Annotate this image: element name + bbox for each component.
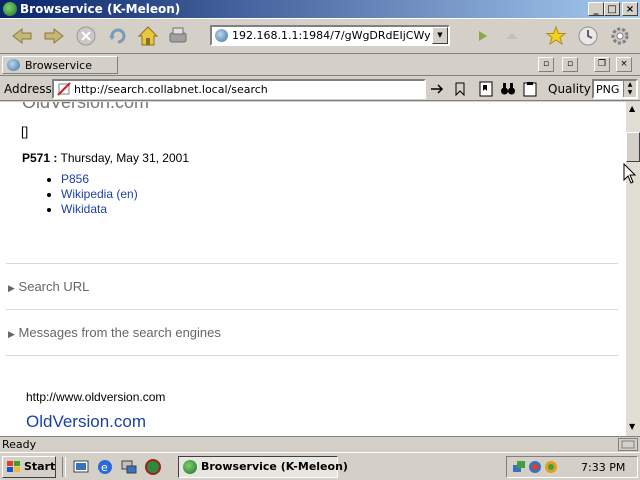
kmeleon-app-icon[interactable] bbox=[3, 2, 17, 16]
address-text: http://search.collabnet.local/search bbox=[74, 83, 268, 96]
result-url: http://www.oldversion.com bbox=[26, 390, 166, 404]
p571-row: P571 : Thursday, May 31, 2001 bbox=[22, 151, 189, 165]
web-content: OldVersion.com [] P571 : Thursday, May 3… bbox=[0, 102, 626, 436]
result-title-link[interactable]: OldVersion.com bbox=[26, 412, 146, 432]
url-combo-box[interactable]: 192.168.1.1:1984/7/gWgDRdEIjCWycyJx ▼ bbox=[210, 25, 450, 46]
cut-off-heading: OldVersion.com bbox=[22, 102, 150, 112]
go-icon[interactable] bbox=[470, 24, 494, 48]
tab-save-icon[interactable]: ▫ bbox=[538, 57, 554, 72]
bookmarks-star-icon[interactable] bbox=[544, 24, 568, 48]
link-wikipedia[interactable]: Wikipedia (en) bbox=[61, 187, 138, 201]
p571-value: Thursday, May 31, 2001 bbox=[60, 151, 189, 165]
quality-select[interactable]: PNG ▲ ▼ bbox=[592, 79, 638, 99]
page-icon bbox=[215, 29, 228, 42]
forward-icon[interactable] bbox=[42, 24, 66, 48]
taskbar: Start e Browservice (K-Meleon) 7:33 PM bbox=[0, 452, 640, 480]
tab-page-icon bbox=[7, 59, 20, 71]
scroll-thumb[interactable] bbox=[626, 132, 640, 162]
link-wikidata[interactable]: Wikidata bbox=[61, 202, 107, 216]
clipboard-icon[interactable] bbox=[522, 81, 538, 100]
quality-value: PNG bbox=[596, 83, 620, 96]
taskbar-button-browservice[interactable]: Browservice (K-Meleon) bbox=[178, 456, 348, 478]
start-label: Start bbox=[24, 460, 56, 473]
start-button[interactable]: Start bbox=[2, 456, 56, 478]
reload-icon[interactable] bbox=[106, 24, 130, 48]
navigation-toolbar: 192.168.1.1:1984/7/gWgDRdEIjCWycyJx ▼ bbox=[0, 18, 640, 54]
p571-label: P571 : bbox=[22, 151, 58, 165]
internet-explorer-icon[interactable]: e bbox=[96, 458, 114, 479]
address-bar: Address http://search.collabnet.local/se… bbox=[0, 77, 640, 101]
quality-spinner[interactable]: ▲ ▼ bbox=[623, 81, 636, 97]
tray-volume-icon[interactable] bbox=[527, 459, 543, 475]
link-p856[interactable]: P856 bbox=[61, 172, 89, 186]
history-icon[interactable] bbox=[576, 24, 600, 48]
kmeleon-quicklaunch-icon[interactable] bbox=[144, 458, 162, 479]
mouse-cursor-icon bbox=[623, 163, 637, 184]
up-icon[interactable] bbox=[500, 24, 524, 48]
stop-icon[interactable] bbox=[74, 24, 98, 48]
status-bar: Ready bbox=[0, 436, 640, 452]
insecure-icon bbox=[57, 82, 71, 96]
scroll-up-arrow[interactable]: ▲ bbox=[629, 104, 635, 113]
settings-icon[interactable] bbox=[608, 24, 632, 48]
tray-antivirus-icon[interactable] bbox=[543, 459, 559, 475]
back-icon[interactable] bbox=[10, 24, 34, 48]
tab-label: Browservice bbox=[25, 59, 92, 72]
scroll-down-arrow[interactable]: ▼ bbox=[629, 422, 635, 431]
vertical-scrollbar[interactable]: ▲ ▼ bbox=[626, 102, 640, 436]
network-icon[interactable] bbox=[120, 458, 138, 479]
windows-logo-icon bbox=[7, 461, 20, 472]
print-icon[interactable] bbox=[166, 24, 190, 48]
search-url-label: Search URL bbox=[18, 279, 90, 294]
tab-close-icon[interactable]: × bbox=[616, 57, 632, 72]
messages-label: Messages from the search engines bbox=[18, 325, 221, 340]
property-links: P856 Wikipedia (en) Wikidata bbox=[20, 172, 138, 217]
divider bbox=[6, 263, 618, 264]
close-button[interactable]: × bbox=[622, 2, 638, 16]
triangle-right-icon: ▶ bbox=[8, 329, 15, 339]
chevron-down-icon[interactable]: ▼ bbox=[432, 27, 448, 44]
maximize-button[interactable]: □ bbox=[604, 2, 620, 16]
address-input[interactable]: http://search.collabnet.local/search bbox=[52, 79, 426, 99]
tab-browservice[interactable]: Browservice bbox=[2, 56, 118, 74]
url-combo-text: 192.168.1.1:1984/7/gWgDRdEIjCWycyJx bbox=[232, 29, 430, 42]
tray-network-icon[interactable] bbox=[511, 459, 527, 475]
bookmarks-list-icon[interactable] bbox=[478, 81, 494, 100]
divider bbox=[6, 355, 618, 356]
kmeleon-task-icon bbox=[183, 460, 197, 474]
tab-restore-icon[interactable]: ❐ bbox=[594, 57, 610, 72]
tab-bar: Browservice ▫ ▫ ❐ × bbox=[0, 54, 640, 76]
messages-toggle[interactable]: ▶ Messages from the search engines bbox=[8, 325, 221, 340]
divider bbox=[62, 457, 66, 477]
address-label: Address bbox=[4, 82, 52, 96]
find-icon[interactable] bbox=[500, 81, 516, 100]
triangle-right-icon: ▶ bbox=[8, 283, 15, 293]
tab-copy-icon[interactable]: ▫ bbox=[562, 57, 578, 72]
empty-bracket: [] bbox=[21, 124, 29, 139]
home-icon[interactable] bbox=[136, 24, 160, 48]
minimize-button[interactable]: _ bbox=[588, 2, 604, 16]
status-text: Ready bbox=[2, 438, 37, 451]
bookmark-icon[interactable] bbox=[454, 82, 466, 99]
title-bar: Browservice (K-Meleon) _ □ × bbox=[0, 0, 640, 18]
window-title: Browservice (K-Meleon) bbox=[20, 2, 181, 16]
clock: 7:33 PM bbox=[581, 461, 626, 474]
search-url-toggle[interactable]: ▶ Search URL bbox=[8, 279, 89, 294]
go-arrow-icon[interactable] bbox=[430, 82, 446, 99]
divider bbox=[6, 309, 618, 310]
task-label: Browservice (K-Meleon) bbox=[201, 460, 348, 473]
svg-text:e: e bbox=[101, 461, 108, 474]
system-tray: 7:33 PM bbox=[506, 456, 638, 478]
show-desktop-icon[interactable] bbox=[72, 458, 90, 479]
status-panel bbox=[618, 438, 638, 451]
quality-label: Quality bbox=[548, 82, 591, 96]
